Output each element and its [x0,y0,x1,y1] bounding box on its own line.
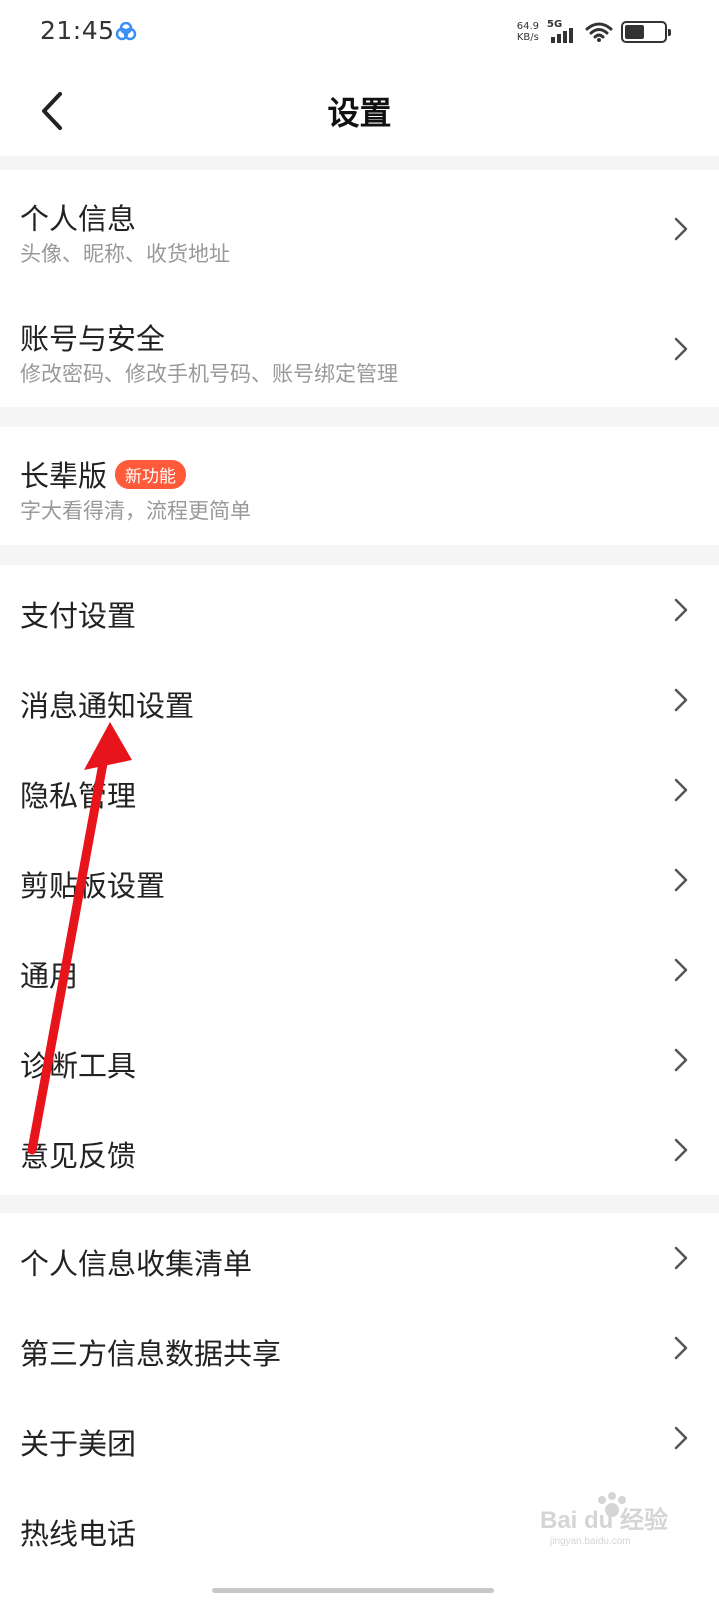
settings-item-subtitle: 修改密码、修改手机号码、账号绑定管理 [20,362,398,386]
settings-item-title: 热线电话 [20,1517,137,1551]
settings-group-elder: 长辈版 新功能 字大看得清，流程更简单 [0,427,719,545]
settings-item-clipboard[interactable]: 剪贴板设置 [0,835,719,925]
nav-bar: 设置 [0,66,719,156]
settings-item-payment[interactable]: 支付设置 [0,565,719,655]
chevron-right-icon [674,1426,688,1450]
baidu-watermark-logo: Bai du 经验 jingyan.baidu.com [540,1492,668,1547]
chevron-right-icon [674,688,688,712]
settings-item-title: 关于美团 [20,1427,137,1461]
settings-item-about[interactable]: 关于美团 [0,1393,719,1483]
chevron-right-icon [674,1336,688,1360]
settings-item-title: 第三方信息数据共享 [20,1337,282,1371]
settings-item-personal-info[interactable]: 个人信息 头像、昵称、收货地址 [0,170,719,288]
net-speed-unit: KB/s [516,32,539,43]
home-indicator[interactable] [212,1588,494,1593]
battery-icon [621,21,671,43]
settings-item-third-party-sharing[interactable]: 第三方信息数据共享 [0,1303,719,1393]
svg-text:jingyan.baidu.com: jingyan.baidu.com [549,1536,631,1547]
chevron-right-icon [674,1048,688,1072]
settings-item-privacy[interactable]: 隐私管理 [0,745,719,835]
settings-item-feedback[interactable]: 意见反馈 [0,1105,719,1195]
settings-item-title: 诊断工具 [20,1049,137,1083]
status-bar: 21:45 64.9 KB/s 5G [0,0,719,66]
settings-item-title: 消息通知设置 [20,689,195,723]
svg-text:Bai du 经验: Bai du 经验 [540,1506,668,1534]
network-type-label: 5G [547,19,563,30]
settings-group-general: 支付设置 消息通知设置 隐私管理 剪贴板设置 通用 诊断工具 意见反馈 [0,565,719,1195]
battery-fill [625,25,645,39]
page-title: 设置 [327,94,392,132]
settings-group-account: 个人信息 头像、昵称、收货地址 账号与安全 修改密码、修改手机号码、账号绑定管理 [0,170,719,407]
settings-item-general[interactable]: 通用 [0,925,719,1015]
settings-item-account-security[interactable]: 账号与安全 修改密码、修改手机号码、账号绑定管理 [0,288,719,407]
cellular-signal-icon: 5G [547,19,577,45]
settings-item-title: 支付设置 [20,599,137,633]
chevron-right-icon [674,217,688,241]
settings-item-title: 个人信息 [20,202,137,236]
settings-item-elder-mode[interactable]: 长辈版 新功能 字大看得清，流程更简单 [0,427,719,545]
settings-item-subtitle: 字大看得清，流程更简单 [20,499,251,523]
settings-item-title-wrap: 长辈版 新功能 [20,453,187,495]
chevron-right-icon [674,1246,688,1270]
chevron-right-icon [674,598,688,622]
chevron-right-icon [674,958,688,982]
settings-item-data-collection-list[interactable]: 个人信息收集清单 [0,1213,719,1303]
new-feature-badge: 新功能 [115,460,187,489]
settings-item-title: 意见反馈 [20,1139,137,1173]
settings-item-title: 隐私管理 [20,779,137,813]
status-icons: 64.9 KB/s 5G [517,18,671,46]
chevron-right-icon [674,337,688,361]
settings-item-title: 通用 [20,959,79,993]
settings-item-diagnostics[interactable]: 诊断工具 [0,1015,719,1105]
settings-item-notifications[interactable]: 消息通知设置 [0,655,719,745]
net-speed: 64.9 KB/s [517,21,539,43]
chevron-right-icon [674,778,688,802]
app-notification-icon [115,22,137,41]
chevron-right-icon [674,868,688,892]
status-time: 21:45 [40,16,115,45]
settings-item-title: 剪贴板设置 [20,869,166,903]
settings-item-title: 长辈版 [20,459,108,493]
net-speed-value: 64.9 [516,21,539,32]
settings-item-title: 账号与安全 [20,322,166,356]
wifi-icon [585,22,613,42]
chevron-right-icon [674,1138,688,1162]
settings-item-subtitle: 头像、昵称、收货地址 [20,242,230,266]
settings-item-title: 个人信息收集清单 [20,1247,253,1281]
